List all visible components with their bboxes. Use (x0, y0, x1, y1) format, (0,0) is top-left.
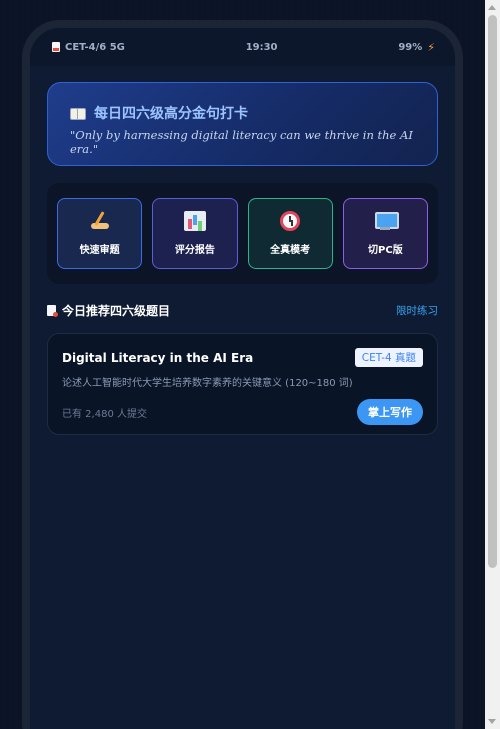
sim-card-icon (52, 42, 60, 52)
daily-quote-title: 每日四六级高分金句打卡 (94, 106, 248, 122)
status-right: 99% ⚡ (398, 41, 435, 54)
main-content: 每日四六级高分金句打卡 "Only by harnessing digital … (30, 66, 455, 435)
mobile-write-button[interactable]: 掌上写作 (357, 399, 423, 425)
page-scrollbar[interactable] (485, 0, 500, 729)
daily-quote-header: 每日四六级高分金句打卡 (70, 103, 437, 123)
desktop-monitor-icon (374, 211, 400, 231)
switch-pc-button[interactable]: 切PC版 (342, 198, 428, 269)
scroll-up-arrow-icon[interactable] (488, 5, 496, 10)
tool-label: 评分报告 (174, 245, 215, 256)
timed-practice-link[interactable]: 限时练习 (396, 303, 438, 318)
status-left: CET-4/6 5G (52, 42, 125, 53)
topic-description: 论述人工智能时代大学生培养数字素养的关键意义 (120~180 词) (62, 378, 353, 389)
charging-bolt-icon: ⚡ (427, 40, 435, 54)
document-icon (47, 305, 58, 317)
alarm-clock-icon (280, 211, 301, 231)
recommend-header: 今日推荐四六级题目 限时练习 (47, 302, 438, 319)
exam-tag-badge: CET-4 真题 (354, 348, 423, 367)
daily-quote-text: "Only by harnessing digital literacy can… (70, 128, 413, 156)
carrier-label: CET-4/6 5G (65, 41, 125, 53)
writing-hand-icon (89, 211, 111, 231)
score-report-button[interactable]: 评分报告 (152, 198, 238, 269)
scrollbar-thumb[interactable] (488, 15, 497, 568)
tool-label: 全真模考 (270, 245, 311, 256)
phone-screen: CET-4/6 5G 19:30 99% ⚡ 每日四六级高分金句打卡 "Only… (30, 28, 455, 729)
tool-label: 快速审题 (79, 245, 120, 256)
scroll-down-arrow-icon[interactable] (488, 719, 496, 724)
bar-chart-icon (183, 211, 206, 231)
submission-count: 已有 2,480 人提交 (62, 408, 147, 420)
clock-time: 19:30 (245, 41, 278, 53)
status-bar: CET-4/6 5G 19:30 99% ⚡ (30, 28, 455, 66)
topic-footer: 已有 2,480 人提交 掌上写作 (62, 399, 423, 425)
mock-exam-button[interactable]: 全真模考 (247, 198, 333, 269)
topic-header: Digital Literacy in the AI Era CET-4 真题 (62, 348, 423, 367)
open-book-icon (70, 107, 86, 120)
quick-review-button[interactable]: 快速审题 (57, 198, 143, 269)
phone-frame: CET-4/6 5G 19:30 99% ⚡ 每日四六级高分金句打卡 "Only… (22, 20, 463, 729)
topic-title: Digital Literacy in the AI Era (62, 350, 254, 365)
tool-grid: 快速审题 评分报告 全真模考 切PC版 (47, 183, 438, 284)
daily-quote-card[interactable]: 每日四六级高分金句打卡 "Only by harnessing digital … (47, 82, 438, 166)
recommend-title: 今日推荐四六级题目 (62, 304, 171, 318)
topic-card[interactable]: Digital Literacy in the AI Era CET-4 真题 … (47, 333, 438, 435)
recommend-title-group: 今日推荐四六级题目 (47, 302, 170, 319)
battery-level: 99% (398, 41, 423, 53)
tool-label: 切PC版 (368, 245, 403, 256)
